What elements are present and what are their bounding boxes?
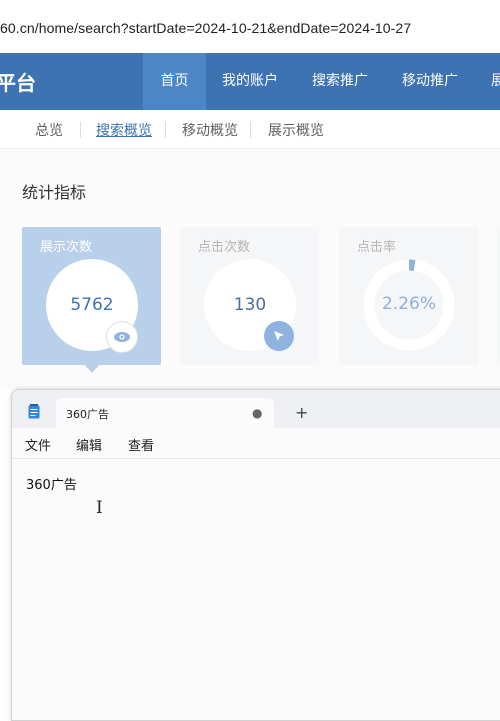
stat-value: 5762 bbox=[70, 295, 114, 315]
stat-card-impressions[interactable]: 展示次数 5762 bbox=[22, 227, 161, 365]
tab-title: 360广告 bbox=[66, 408, 109, 421]
notepad-tab[interactable]: 360广告 ● bbox=[56, 398, 274, 428]
nav-search-promotion[interactable]: 搜索推广 bbox=[304, 53, 376, 110]
stats-section: 统计指标 展示次数 5762 点击次数 130 点击率 2.26% bbox=[0, 149, 500, 389]
notepad-menu-bar: 文件 编辑 查看 bbox=[12, 428, 500, 459]
nav-display[interactable]: 展 bbox=[488, 53, 500, 110]
url-text[interactable]: 60.cn/home/search?startDate=2024-10-21&e… bbox=[0, 20, 411, 36]
sub-nav: 总览 搜索概览 移动概览 展示概览 bbox=[0, 110, 500, 149]
section-title: 统计指标 bbox=[22, 183, 87, 202]
subnav-divider bbox=[80, 122, 81, 138]
notepad-app-icon bbox=[28, 404, 40, 419]
notepad-text-content[interactable]: 360广告 bbox=[26, 474, 77, 493]
notepad-window: 360广告 ● + 文件 编辑 查看 360广告 I bbox=[11, 389, 500, 721]
cursor-arrow-icon bbox=[264, 321, 294, 351]
menu-view[interactable]: 查看 bbox=[128, 435, 154, 454]
nav-my-account[interactable]: 我的账户 bbox=[214, 53, 286, 110]
stat-card-ctr[interactable]: 点击率 2.26% bbox=[339, 227, 478, 365]
nav-home[interactable]: 首页 bbox=[143, 53, 206, 110]
subnav-display-overview[interactable]: 展示概览 bbox=[268, 120, 324, 140]
stat-label: 点击次数 bbox=[198, 240, 251, 255]
stat-value: 130 bbox=[233, 295, 267, 315]
menu-file[interactable]: 文件 bbox=[25, 435, 51, 454]
text-cursor-icon: I bbox=[96, 498, 103, 518]
brand-logo[interactable]: 平台 bbox=[0, 67, 36, 96]
stat-value: 2.26% bbox=[381, 294, 436, 314]
subnav-search-overview[interactable]: 搜索概览 bbox=[96, 120, 152, 140]
eye-icon bbox=[106, 321, 138, 353]
stat-value-wrap: 2.26% bbox=[363, 259, 455, 351]
top-nav: 平台 首页 我的账户 搜索推广 移动推广 展 bbox=[0, 53, 500, 110]
subnav-mobile-overview[interactable]: 移动概览 bbox=[182, 120, 238, 140]
subnav-divider bbox=[165, 122, 166, 138]
browser-address-bar[interactable]: 60.cn/home/search?startDate=2024-10-21&e… bbox=[0, 0, 500, 59]
nav-mobile-promotion[interactable]: 移动推广 bbox=[394, 53, 466, 110]
stat-label: 点击率 bbox=[357, 240, 397, 255]
subnav-divider bbox=[250, 122, 251, 138]
stat-label: 展示次数 bbox=[40, 240, 93, 255]
notepad-tab-bar: 360广告 ● + bbox=[12, 390, 500, 428]
subnav-overview[interactable]: 总览 bbox=[35, 120, 63, 140]
menu-edit[interactable]: 编辑 bbox=[76, 435, 102, 454]
stat-card-clicks[interactable]: 点击次数 130 bbox=[180, 227, 319, 365]
unsaved-dot-icon[interactable]: ● bbox=[252, 406, 262, 420]
active-card-pointer bbox=[84, 364, 100, 373]
new-tab-button[interactable]: + bbox=[295, 403, 308, 422]
